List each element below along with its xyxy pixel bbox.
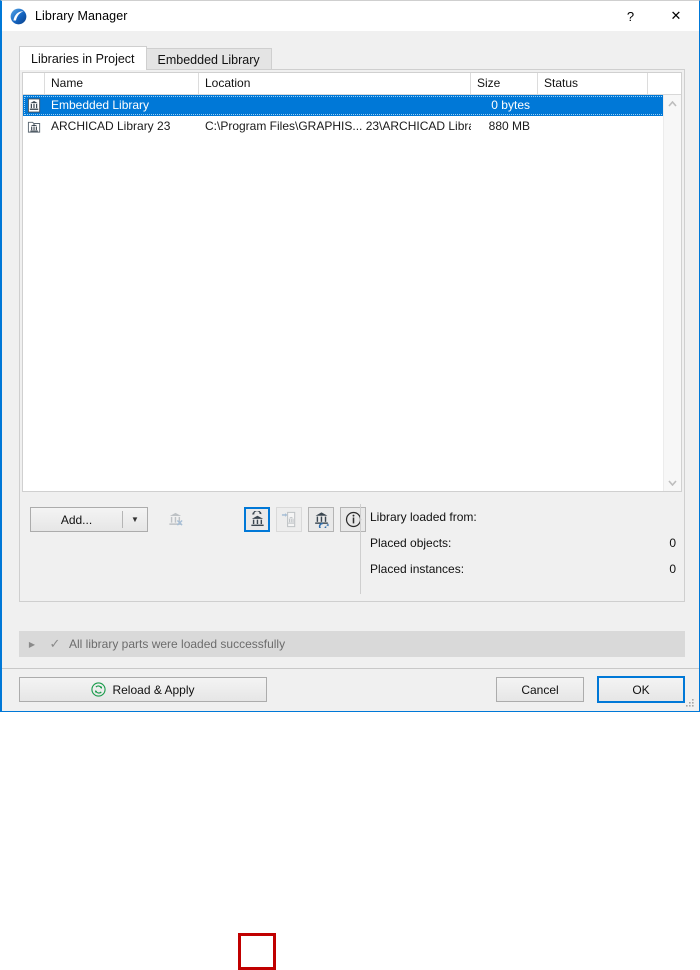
embed-library-button[interactable] — [276, 507, 302, 532]
column-header-check[interactable] — [23, 73, 45, 94]
title-bar: Library Manager ? ✕ — [2, 1, 699, 31]
row-name: Embedded Library — [51, 98, 150, 112]
ok-button[interactable]: OK — [597, 676, 685, 703]
add-button[interactable]: Add... ▼ — [30, 507, 148, 532]
list-vertical-scrollbar[interactable] — [663, 95, 681, 491]
row-icon-cell — [23, 119, 45, 134]
placed-instances-label: Placed instances: — [370, 562, 465, 576]
archicad-sphere-icon — [10, 8, 27, 24]
reload-library-button[interactable] — [244, 507, 270, 532]
chevron-down-icon[interactable]: ▼ — [123, 515, 147, 524]
column-header-size[interactable]: Size — [471, 73, 538, 94]
library-manager-window: Library Manager ? ✕ Libraries in Project… — [0, 0, 700, 970]
info-icon — [345, 511, 361, 528]
cancel-button[interactable]: Cancel — [496, 677, 584, 702]
table-row[interactable]: Embedded Library 0 bytes — [23, 95, 681, 116]
info-row-placed-objects: Placed objects: 0 — [370, 530, 676, 556]
library-embed-icon — [281, 511, 295, 528]
info-row-loaded-from: Library loaded from: — [370, 504, 676, 530]
tab-embedded-library[interactable]: Embedded Library — [145, 48, 272, 70]
footer-bar: Reload & Apply Cancel OK — [2, 669, 699, 711]
tab-panel: Name Location Size Status Embedded Libra… — [19, 69, 685, 970]
library-reload-icon — [250, 511, 264, 527]
row-size: 0 bytes — [491, 98, 530, 112]
library-info-panel: Library loaded from: Placed objects: 0 P… — [370, 504, 676, 582]
help-icon: ? — [626, 8, 635, 24]
row-size: 880 MB — [488, 119, 530, 133]
ok-button-label: OK — [632, 682, 650, 697]
tab-libraries-in-project[interactable]: Libraries in Project — [19, 46, 147, 70]
loaded-from-label: Library loaded from: — [370, 510, 477, 524]
placed-objects-value: 0 — [669, 536, 676, 550]
remove-library-button[interactable] — [162, 507, 188, 532]
info-panel-separator — [360, 504, 361, 594]
scroll-up-icon[interactable] — [664, 95, 681, 112]
reload-and-apply-label: Reload & Apply — [112, 682, 195, 697]
close-button[interactable]: ✕ — [653, 1, 699, 31]
add-button-label: Add... — [60, 512, 93, 527]
update-library-button[interactable] — [308, 507, 334, 532]
check-icon: ✓ — [49, 636, 61, 651]
column-header-status[interactable]: Status — [538, 73, 648, 94]
library-update-icon — [314, 512, 329, 528]
column-header-name[interactable]: Name — [45, 73, 199, 94]
expander-icon[interactable]: ▶ — [19, 640, 45, 649]
row-icon-cell — [23, 98, 45, 113]
library-info-button[interactable] — [340, 507, 366, 532]
status-bar[interactable]: ▶ ✓ All library parts were loaded succes… — [19, 631, 685, 657]
column-header-end — [648, 73, 681, 94]
placed-objects-label: Placed objects: — [370, 536, 452, 550]
table-row[interactable]: ARCHICAD Library 23 C:\Program Files\GRA… — [23, 116, 681, 137]
close-icon: ✕ — [670, 8, 682, 23]
list-body: Embedded Library 0 bytes ARCHICAD Librar… — [23, 95, 681, 491]
scroll-down-icon[interactable] — [664, 474, 681, 491]
list-header-row: Name Location Size Status — [23, 73, 681, 95]
tab-label: Embedded Library — [157, 53, 260, 67]
embedded-library-icon — [27, 98, 40, 113]
row-location: C:\Program Files\GRAPHIS... 23\ARCHICAD … — [205, 119, 471, 133]
reload-button-highlight — [238, 933, 276, 970]
window-title: Library Manager — [35, 9, 128, 23]
tab-label: Libraries in Project — [31, 52, 135, 66]
info-row-placed-instances: Placed instances: 0 — [370, 556, 676, 582]
row-name: ARCHICAD Library 23 — [51, 119, 171, 133]
recycle-icon — [91, 682, 107, 697]
cancel-button-label: Cancel — [521, 682, 559, 697]
placed-instances-value: 0 — [669, 562, 676, 576]
linked-library-icon — [27, 121, 40, 133]
library-list: Name Location Size Status Embedded Libra… — [22, 72, 682, 492]
help-button[interactable]: ? — [608, 1, 653, 31]
resize-grip-icon[interactable] — [684, 697, 696, 709]
library-remove-icon — [168, 512, 183, 526]
reload-and-apply-button[interactable]: Reload & Apply — [19, 677, 267, 702]
tab-strip: Libraries in Project Embedded Library — [19, 46, 272, 70]
column-header-location[interactable]: Location — [199, 73, 471, 94]
status-message: All library parts were loaded successful… — [69, 637, 286, 651]
